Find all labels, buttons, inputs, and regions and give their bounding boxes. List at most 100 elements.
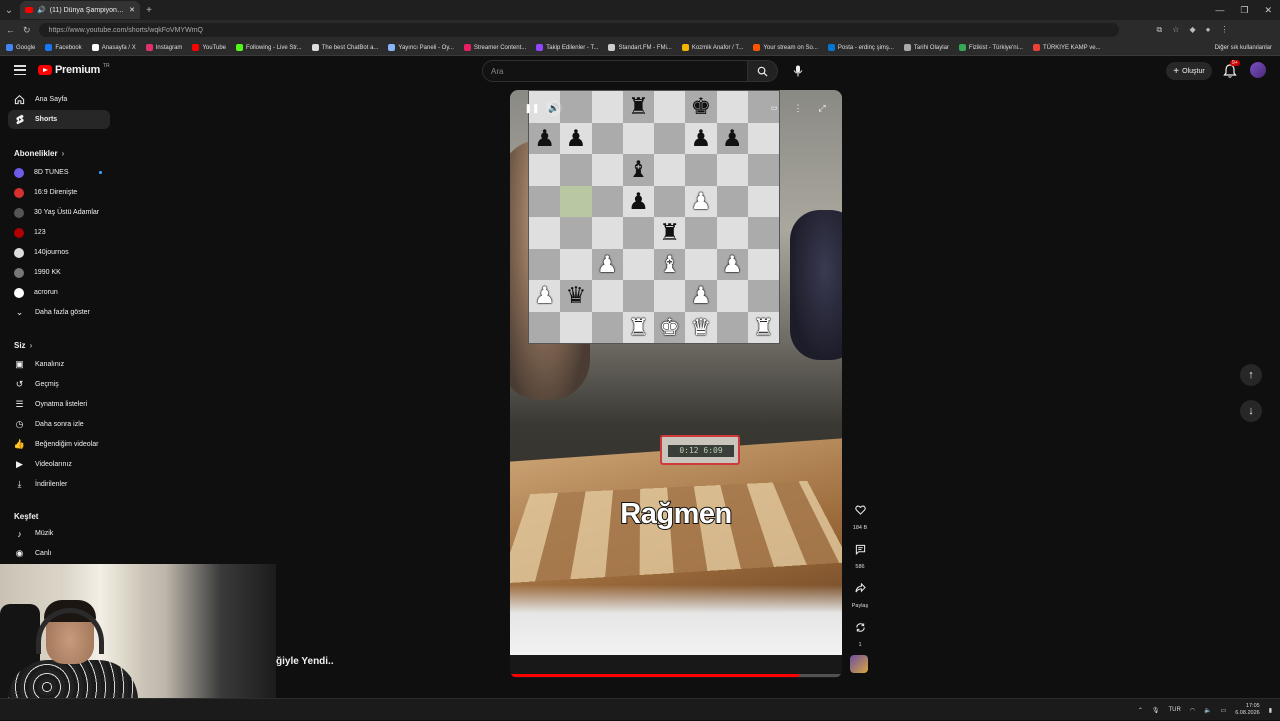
bookmark-item[interactable]: Instagram <box>145 44 182 51</box>
sidebar-subscription-item[interactable]: 30 Yaş Üstü Adamlar <box>8 203 110 222</box>
share-button[interactable] <box>850 578 870 598</box>
address-bar[interactable]: https://www.youtube.com/shorts/wqkFoVMYW… <box>38 23 1119 37</box>
short-title-partial[interactable]: ğiyle Yendi.. <box>276 656 334 667</box>
you-header[interactable]: Siz › <box>14 341 32 350</box>
bookmark-label: Google <box>16 44 36 51</box>
board-square <box>591 122 623 154</box>
bookmark-item[interactable]: YouTube <box>192 44 226 51</box>
comment-button[interactable] <box>850 539 870 559</box>
board-square <box>747 217 779 249</box>
bookmark-item[interactable]: Standart.FM - FMi... <box>608 44 672 51</box>
bookmark-label: YouTube <box>202 44 227 51</box>
new-tab-button[interactable]: + <box>140 1 158 19</box>
tab-close-icon[interactable]: ✕ <box>129 6 135 14</box>
remix-action[interactable]: 1 <box>846 617 874 648</box>
sidebar-item[interactable]: ▣ Kanalınız <box>8 355 110 374</box>
bookmark-item[interactable]: Yayıncı Paneli - Oy... <box>388 44 454 51</box>
bookmark-item[interactable]: The best ChatBot a... <box>311 44 378 51</box>
bookmark-item[interactable]: Streamer Content... <box>463 44 526 51</box>
video-progress-bar[interactable] <box>510 674 842 677</box>
bookmark-label: Tarihi Olaylar <box>913 44 949 51</box>
board-square <box>654 185 686 217</box>
like-button[interactable] <box>850 500 870 520</box>
microphone-tray-icon[interactable]: 🎙 <box>1152 707 1160 714</box>
close-window-icon[interactable]: ✕ <box>1264 5 1272 16</box>
search-button[interactable] <box>748 60 778 82</box>
captions-icon[interactable]: ▭ <box>766 100 782 116</box>
sidebar-subscription-item[interactable]: 8D TUNES <box>8 163 110 182</box>
language-indicator[interactable]: TUR <box>1168 707 1180 713</box>
volume-icon[interactable]: 🔊 <box>546 100 562 116</box>
remix-button[interactable] <box>850 617 870 637</box>
sidebar-item-home[interactable]: Ana Sayfa <box>8 90 110 109</box>
star-icon[interactable]: ☆ <box>1172 25 1179 35</box>
sidebar-item[interactable]: ♪ Müzik <box>8 524 110 543</box>
sidebar-item[interactable]: ↺ Geçmiş <box>8 375 110 394</box>
bookmark-item[interactable]: Posta - erdinç şimş... <box>827 44 894 51</box>
bookmark-item[interactable]: Takip Edilenler - T... <box>536 44 598 51</box>
sidebar-subscription-item[interactable]: 1990 KK <box>8 263 110 282</box>
board-square <box>529 154 561 186</box>
voice-search-button[interactable] <box>790 63 806 79</box>
wifi-icon[interactable]: ◠ <box>1190 707 1195 714</box>
sidebar-item[interactable]: ☰ Oynatma listeleri <box>8 395 110 414</box>
bookmark-item[interactable]: Fizikist - Türkiye'ni... <box>958 44 1023 51</box>
sidebar-item-label: Ana Sayfa <box>35 96 68 103</box>
white-pawn-icon: ♟ <box>690 187 712 214</box>
bookmark-item[interactable]: Your stream on So... <box>753 44 818 51</box>
hamburger-menu-icon[interactable] <box>14 65 26 75</box>
like-action[interactable]: 184 B <box>846 500 874 531</box>
search-input[interactable]: Ara <box>482 60 748 82</box>
minimize-icon[interactable]: — <box>1215 5 1224 15</box>
sidebar-item[interactable]: 👍 Beğendiğim videolar <box>8 435 110 454</box>
other-bookmarks[interactable]: Diğer sık kullanılanlar <box>1215 45 1280 51</box>
speaker-tray-icon[interactable]: 🔈 <box>1204 707 1211 714</box>
search-icon <box>757 66 768 77</box>
install-icon[interactable]: ⧉ <box>1157 25 1163 35</box>
bookmark-item[interactable]: TÜRKIYE KAMP ve... <box>1032 44 1101 51</box>
create-button[interactable]: + Oluştur <box>1166 62 1212 80</box>
show-more-button[interactable]: ⌄ Daha fazla göster <box>8 303 110 322</box>
next-short-button[interactable]: ↓ <box>1240 400 1262 422</box>
previous-short-button[interactable]: ↑ <box>1240 364 1262 386</box>
white-bishop-icon: ♝ <box>659 250 680 277</box>
youtube-premium-logo[interactable]: Premium TR <box>38 63 110 76</box>
account-avatar[interactable] <box>1250 62 1266 78</box>
bookmark-item[interactable]: Tarihi Olaylar <box>903 44 949 51</box>
sidebar-subscription-item[interactable]: 140journos <box>8 243 110 262</box>
bookmark-item[interactable]: Anasayfa / X <box>91 44 136 51</box>
bookmark-item[interactable]: Facebook <box>45 44 82 51</box>
sidebar-item[interactable]: ▶ Videolarınız <box>8 455 110 474</box>
share-action[interactable]: Paylaş <box>846 578 874 609</box>
battery-icon[interactable]: ▭ <box>1221 707 1227 714</box>
maximize-icon[interactable]: ❐ <box>1240 5 1248 16</box>
back-icon[interactable]: ← <box>6 25 15 35</box>
more-options-icon[interactable]: ⋮ <box>790 100 806 116</box>
sidebar-item[interactable]: ⤓ İndirilenler <box>8 475 110 494</box>
sidebar-item[interactable]: ◷ Daha sonra izle <box>8 415 110 434</box>
reload-icon[interactable]: ↻ <box>23 25 31 36</box>
bookmark-item[interactable]: Kozmik Anafor / T... <box>681 44 743 51</box>
profile-icon[interactable]: ● <box>1206 25 1211 35</box>
extension-icon[interactable]: ◆ <box>1189 25 1195 35</box>
sidebar-subscription-item[interactable]: 16:9 Direnişte <box>8 183 110 202</box>
sidebar-item-shorts[interactable]: Shorts <box>8 110 110 129</box>
sidebar-subscription-item[interactable]: acrorun <box>8 283 110 302</box>
browser-tab-active[interactable]: 🔊 (11) Dünya Şampiyonunu Kendi... ✕ <box>20 1 140 19</box>
comment-action[interactable]: 586 <box>846 539 874 570</box>
tab-search-icon[interactable]: ⌄ <box>0 1 18 19</box>
tray-chevron-icon[interactable]: ⌃ <box>1138 707 1143 714</box>
sidebar-subscription-item[interactable]: 123 <box>8 223 110 242</box>
clock-area[interactable]: 17:05 6.08.2026 <box>1235 703 1259 716</box>
short-video-player[interactable]: 0:12 6:09 ♜ ♚ ♟ ♟ ♟ ♟ ♝ ♟ ♟ ♜ ♟ ♝ ♟ ♟ ♛ ♟ ♜ ♚ ♛ ♜ Rağmen ❚❚… <box>510 90 842 678</box>
bookmark-item[interactable]: Following - Live Str... <box>236 44 302 51</box>
pause-icon[interactable]: ❚❚ <box>524 100 540 116</box>
bookmark-item[interactable]: Google <box>6 44 35 51</box>
subscriptions-header[interactable]: Abonelikler › <box>14 149 64 158</box>
fullscreen-icon[interactable]: ⤢ <box>814 100 830 116</box>
notification-center-icon[interactable]: ▮ <box>1269 707 1272 714</box>
menu-dots-icon[interactable]: ⋮ <box>1220 25 1228 35</box>
sidebar-item[interactable]: ◉ Canlı <box>8 544 110 563</box>
subscription-label: acrorun <box>34 289 58 296</box>
channel-avatar[interactable] <box>850 655 868 673</box>
